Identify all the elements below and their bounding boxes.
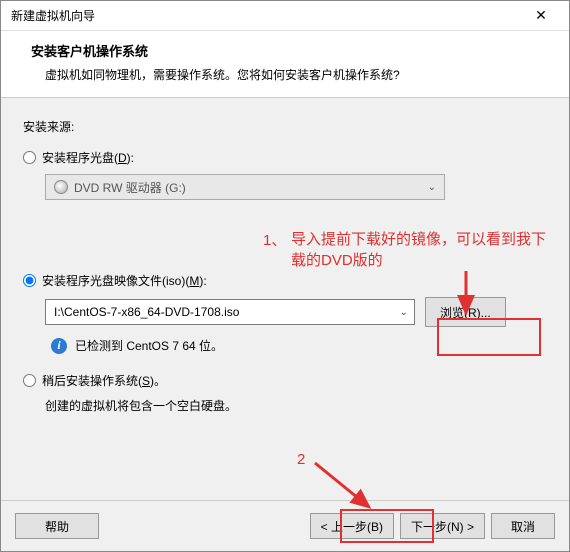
iso-path-combo[interactable]: I:\CentOS-7-x86_64-DVD-1708.iso ⌄ [45, 299, 415, 325]
cancel-button[interactable]: 取消 [491, 513, 555, 539]
iso-path-value: I:\CentOS-7-x86_64-DVD-1708.iso [54, 305, 239, 319]
disc-drive-select[interactable]: DVD RW 驱动器 (G:) ⌄ [45, 174, 445, 200]
detected-row: i 已检测到 CentOS 7 64 位。 [51, 337, 547, 354]
wizard-header: 安装客户机操作系统 虚拟机如同物理机，需要操作系统。您将如何安装客户机操作系统? [1, 31, 569, 98]
close-button[interactable]: ✕ [521, 2, 561, 30]
detected-text: 已检测到 CentOS 7 64 位。 [75, 337, 223, 354]
footer: 帮助 < 上一步(B) 下一步(N) > 取消 [1, 500, 569, 551]
info-icon: i [51, 338, 67, 354]
option-iso-row: 安装程序光盘映像文件(iso)(M): [23, 272, 547, 289]
chevron-down-icon: ⌄ [400, 307, 408, 318]
later-description: 创建的虚拟机将包含一个空白硬盘。 [45, 397, 547, 414]
source-label: 安装来源: [23, 118, 547, 135]
option-later-row: 稍后安装操作系统(S)。 [23, 372, 547, 389]
titlebar: 新建虚拟机向导 ✕ [1, 1, 569, 31]
option-disc-row: 安装程序光盘(D): [23, 149, 547, 166]
content-area: 安装来源: 安装程序光盘(D): DVD RW 驱动器 (G:) ⌄ 安装程序光… [1, 98, 569, 500]
option-later-label: 稍后安装操作系统(S)。 [42, 372, 166, 389]
page-title: 安装客户机操作系统 [31, 41, 539, 60]
page-subtitle: 虚拟机如同物理机，需要操作系统。您将如何安装客户机操作系统? [31, 66, 539, 83]
option-disc-label: 安装程序光盘(D): [42, 149, 134, 166]
browse-button[interactable]: 浏览(R)... [425, 297, 506, 327]
option-iso-label: 安装程序光盘映像文件(iso)(M): [42, 272, 207, 289]
radio-iso[interactable] [23, 274, 36, 287]
chevron-down-icon: ⌄ [428, 182, 436, 193]
disc-icon [54, 180, 68, 194]
back-button[interactable]: < 上一步(B) [310, 513, 394, 539]
window-title: 新建虚拟机向导 [11, 7, 95, 24]
help-button[interactable]: 帮助 [15, 513, 99, 539]
disc-drive-value: DVD RW 驱动器 (G:) [74, 179, 186, 196]
next-button[interactable]: 下一步(N) > [400, 513, 485, 539]
close-icon: ✕ [535, 7, 547, 24]
radio-later[interactable] [23, 374, 36, 387]
radio-disc[interactable] [23, 151, 36, 164]
